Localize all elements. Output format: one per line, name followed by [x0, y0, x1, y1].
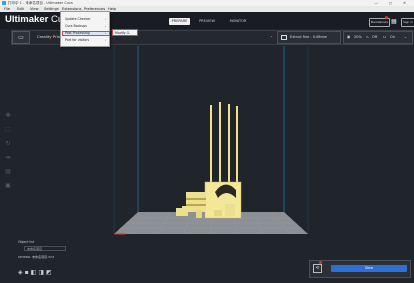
adhesion-value: On	[390, 35, 395, 39]
move-icon[interactable]: ✥	[4, 112, 12, 122]
menu-item-update-checker[interactable]: Update Checker	[65, 17, 91, 22]
chevron-right-icon: ›	[104, 24, 106, 28]
tab-monitor[interactable]: MONITOR	[226, 18, 250, 25]
scale-icon[interactable]: ⬚	[4, 126, 12, 136]
support-blocker-icon[interactable]: ▣	[4, 182, 12, 192]
model-object	[176, 102, 242, 219]
marketplace-button[interactable]: Marketplace	[369, 18, 390, 27]
slice-button[interactable]: Slice	[331, 265, 407, 272]
support-value: Off	[372, 35, 378, 39]
left-toolbar: ✥ ⬚ ↻ ⇹ ▤ ▣	[4, 112, 14, 196]
per-model-icon[interactable]: ▤	[4, 168, 12, 178]
auto-slice-icon[interactable]: ⟲	[313, 264, 322, 273]
submenu-modify-gcode[interactable]: Modify G-Code	[112, 29, 138, 41]
chevron-down-icon[interactable]: ⌄	[270, 34, 273, 38]
menu-item-part-for-visitors[interactable]: Part for visitors	[65, 38, 89, 43]
signin-button[interactable]: Sign in	[401, 18, 414, 27]
adhesion-icon: ⊔	[383, 35, 386, 39]
menu-item-post-processing[interactable]: Post Processing	[65, 31, 90, 36]
infill-icon: ▣	[347, 35, 351, 39]
notification-badge	[319, 261, 322, 264]
object-list-item[interactable]: 未命名项目	[24, 246, 66, 251]
grid-icon[interactable]: ▦	[391, 19, 397, 25]
extensions-menu: Update Checker › Cura Backups › Post Pro…	[60, 11, 110, 47]
object-list-header[interactable]: Object list	[18, 240, 34, 244]
chevron-right-icon: ›	[104, 17, 106, 21]
job-name: Creality Print	[37, 34, 62, 39]
view-orientation-icons[interactable]: ◈▪◧◨◩	[18, 269, 54, 276]
chevron-right-icon: ›	[104, 31, 106, 35]
object-list: Object list 未命名项目 CE3PRO: 未命名项目.3mf	[18, 240, 66, 259]
folder-icon[interactable]: ▭	[12, 31, 30, 44]
printer-icon	[281, 35, 287, 40]
print-settings-summary[interactable]: ▣ 20% ⩀ Off ⊔ On ⌄	[343, 31, 413, 44]
mirror-icon[interactable]: ⇹	[4, 154, 12, 164]
chevron-down-icon: ⌄	[404, 35, 407, 39]
object-list-meta: CE3PRO: 未命名项目.3mf	[18, 255, 54, 259]
machine-name: Extrud fine - 0.08mm	[290, 35, 328, 39]
tab-preview[interactable]: PREVIEW	[196, 18, 218, 25]
infill-value: 20%	[354, 35, 362, 39]
tab-prepare[interactable]: PREPARE	[169, 18, 190, 25]
chevron-right-icon: ›	[104, 38, 106, 42]
menu-item-cura-backups[interactable]: Cura Backups	[65, 24, 87, 29]
support-icon: ⩀	[366, 35, 369, 39]
rotate-icon[interactable]: ↻	[4, 140, 12, 150]
notification-badge	[385, 16, 388, 19]
machine-selector[interactable]: Extrud fine - 0.08mm	[277, 31, 341, 44]
app-icon	[2, 1, 6, 5]
